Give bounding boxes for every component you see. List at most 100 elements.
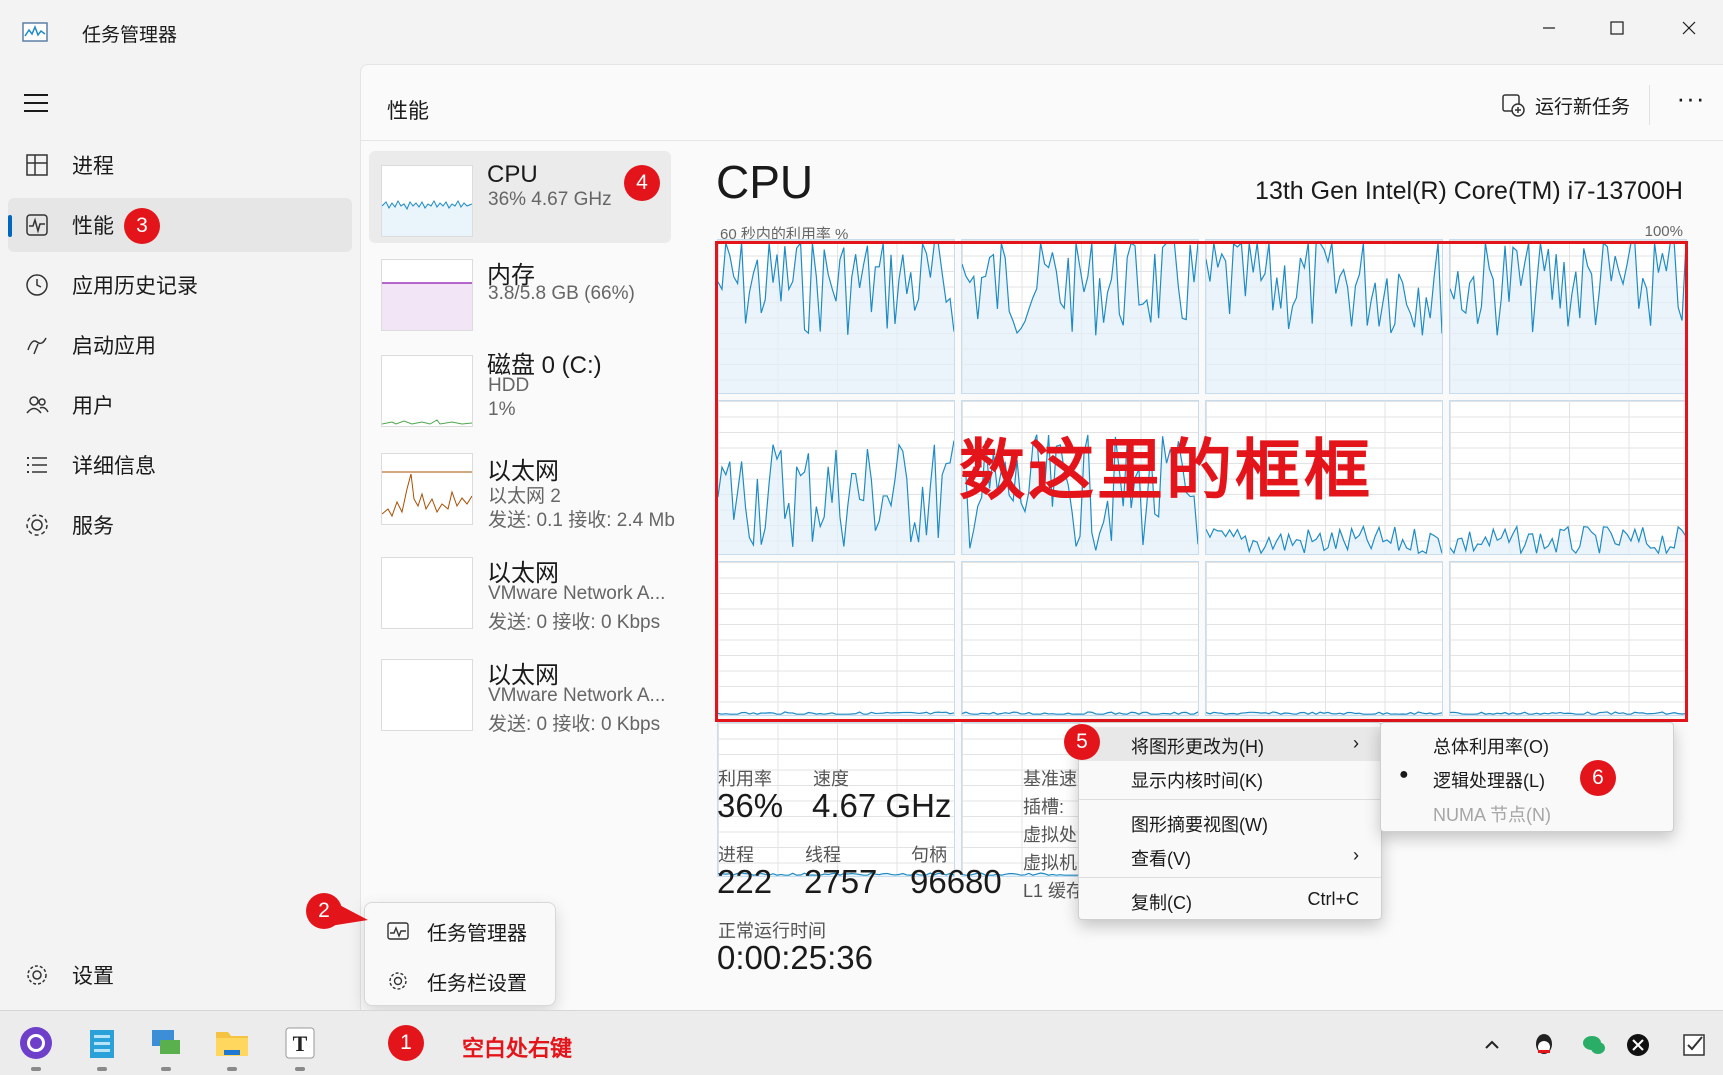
ethernet-thumbnail bbox=[381, 453, 473, 525]
main-panel: 性能 运行新任务 ··· CPU 36% 4.67 GHz 4 内存 3.8/5… bbox=[360, 64, 1723, 1010]
wechat-tray-icon[interactable] bbox=[1580, 1031, 1608, 1059]
sidebar-item-label: 启动应用 bbox=[72, 335, 156, 358]
taskbar: T 1 空白处右键 bbox=[0, 1010, 1723, 1075]
typora-app-icon[interactable]: T bbox=[282, 1026, 318, 1060]
sidebar-item-app-history[interactable]: 应用历史记录 bbox=[8, 258, 352, 312]
ethernet-thumbnail bbox=[381, 557, 473, 629]
menu-separator bbox=[1079, 799, 1381, 800]
annotation-badge: 5 bbox=[1064, 724, 1100, 760]
resource-item-memory[interactable]: 内存 3.8/5.8 GB (66%) bbox=[369, 245, 671, 337]
sidebar-item-label: 服务 bbox=[72, 515, 114, 538]
resource-detail: 3.8/5.8 GB (66%) bbox=[488, 283, 635, 304]
minimize-icon bbox=[1543, 27, 1555, 29]
run-task-label: 运行新任务 bbox=[1535, 96, 1631, 118]
sidebar-item-services[interactable]: 服务 bbox=[8, 498, 352, 552]
sidebar-item-label: 性能 bbox=[72, 215, 114, 238]
utilization-value: 36% bbox=[717, 787, 784, 824]
running-indicator bbox=[295, 1067, 305, 1071]
resource-detail: 发送: 0.1 接收: 2.4 Mb bbox=[488, 510, 675, 531]
task-manager-app-icon bbox=[22, 22, 48, 42]
close-button[interactable] bbox=[1660, 8, 1718, 48]
processes-icon bbox=[26, 154, 48, 176]
menu-item-view[interactable]: 查看(V) › bbox=[1079, 839, 1381, 873]
menu-item-graph-summary-view[interactable]: 图形摘要视图(W) bbox=[1079, 805, 1381, 839]
threads-value: 2757 bbox=[804, 863, 878, 900]
chevron-right-icon: › bbox=[1353, 733, 1359, 753]
disk-thumbnail bbox=[381, 355, 473, 427]
checkbox-tray-icon[interactable] bbox=[1680, 1031, 1708, 1059]
page-header: 性能 运行新任务 ··· bbox=[361, 65, 1723, 141]
run-new-task-button[interactable]: 运行新任务 bbox=[1501, 87, 1630, 123]
menu-item-numa-nodes: NUMA 节点(N) bbox=[1433, 805, 1551, 825]
hamburger-menu-icon[interactable] bbox=[24, 94, 48, 114]
resource-item-ethernet-3[interactable]: 以太网 VMware Network A... 发送: 0 接收: 0 Kbps bbox=[369, 645, 671, 745]
menu-item-copy[interactable]: 复制(C) Ctrl+C bbox=[1079, 883, 1381, 917]
menu-item-task-manager[interactable]: 任务管理器 bbox=[365, 911, 555, 951]
github-app-icon[interactable] bbox=[18, 1026, 54, 1060]
menu-item-logical-processors[interactable]: ● 逻辑处理器(L) bbox=[1381, 761, 1673, 795]
cpu-heading: CPU bbox=[716, 156, 814, 208]
sidebar-item-details[interactable]: 详细信息 bbox=[8, 438, 352, 492]
users-icon bbox=[26, 396, 49, 414]
running-indicator bbox=[97, 1067, 107, 1071]
graph-context-menu: 将图形更改为(H) › 显示内核时间(K) 图形摘要视图(W) 查看(V) › … bbox=[1078, 722, 1382, 920]
base-speed-label: 基准速 bbox=[1023, 769, 1077, 789]
sidebar-item-label: 进程 bbox=[72, 155, 114, 178]
sidebar-item-label: 应用历史记录 bbox=[72, 275, 198, 298]
performance-icon bbox=[26, 214, 48, 236]
sidebar-item-users[interactable]: 用户 bbox=[8, 378, 352, 432]
annotation-overlay-text: 数这里的框框 bbox=[959, 433, 1373, 507]
database-app-icon[interactable] bbox=[84, 1026, 120, 1060]
file-explorer-icon[interactable] bbox=[214, 1026, 250, 1060]
services-icon bbox=[26, 514, 48, 536]
sidebar-item-settings[interactable]: 设置 bbox=[8, 948, 352, 1002]
resource-detail: 1% bbox=[488, 399, 516, 420]
sidebar-item-processes[interactable]: 进程 bbox=[8, 138, 352, 192]
resource-item-disk[interactable]: 磁盘 0 (C:) HDD 1% bbox=[369, 335, 671, 435]
maximize-icon bbox=[1610, 21, 1624, 35]
annotation-badge: 6 bbox=[1580, 760, 1616, 796]
running-indicator bbox=[161, 1067, 171, 1071]
gear-icon bbox=[389, 972, 407, 990]
shortcut-label: Ctrl+C bbox=[1307, 889, 1359, 909]
network-app-icon[interactable] bbox=[148, 1026, 184, 1060]
taskbar-context-menu: 任务管理器 任务栏设置 bbox=[364, 902, 556, 1006]
active-indicator bbox=[8, 215, 12, 237]
minimize-button[interactable] bbox=[1520, 8, 1578, 48]
details-icon bbox=[27, 457, 47, 473]
resource-item-ethernet-1[interactable]: 以太网 以太网 2 发送: 0.1 接收: 2.4 Mb bbox=[369, 441, 675, 541]
startup-icon bbox=[27, 337, 47, 355]
more-options-button[interactable]: ··· bbox=[1671, 85, 1711, 121]
virtual-processors-label: 虚拟处 bbox=[1023, 825, 1077, 845]
menu-item-overall-utilization[interactable]: 总体利用率(O) bbox=[1381, 727, 1673, 761]
qq-tray-icon[interactable] bbox=[1530, 1031, 1558, 1059]
resource-detail: 以太网 2 bbox=[488, 486, 561, 507]
run-task-icon bbox=[1502, 94, 1525, 117]
sidebar-item-label: 用户 bbox=[72, 395, 114, 418]
uptime-value: 0:00:25:36 bbox=[717, 939, 873, 976]
menu-item-change-graph[interactable]: 将图形更改为(H) › bbox=[1079, 727, 1381, 761]
sidebar-item-label: 详细信息 bbox=[72, 455, 156, 478]
l1-cache-label: L1 缓存 bbox=[1023, 881, 1085, 901]
graph-axis-max: 100% bbox=[1644, 223, 1683, 240]
cpu-thumbnail bbox=[381, 165, 473, 237]
annotation-arrow-icon bbox=[330, 900, 368, 926]
processes-value: 222 bbox=[717, 863, 773, 900]
header-divider bbox=[1649, 85, 1650, 125]
maximize-button[interactable] bbox=[1588, 8, 1646, 48]
resource-item-ethernet-2[interactable]: 以太网 VMware Network A... 发送: 0 接收: 0 Kbps bbox=[369, 543, 671, 643]
sidebar: 进程 性能 3 应用历史记录 启动应用 用户 详细信息 服务 设置 bbox=[0, 64, 360, 1010]
chevron-up-icon[interactable] bbox=[1478, 1031, 1506, 1059]
close-icon bbox=[1682, 21, 1696, 35]
chevron-right-icon: › bbox=[1353, 845, 1359, 865]
sidebar-item-performance[interactable]: 性能 3 bbox=[8, 198, 352, 252]
menu-item-taskbar-settings[interactable]: 任务栏设置 bbox=[365, 961, 555, 1001]
resource-item-cpu[interactable]: CPU 36% 4.67 GHz 4 bbox=[369, 151, 671, 243]
x-circle-tray-icon[interactable] bbox=[1624, 1031, 1652, 1059]
sidebar-item-startup[interactable]: 启动应用 bbox=[8, 318, 352, 372]
history-icon bbox=[26, 274, 48, 296]
window-title: 任务管理器 bbox=[82, 25, 178, 46]
virtual-machine-label: 虚拟机 bbox=[1023, 853, 1077, 873]
menu-item-show-kernel-times[interactable]: 显示内核时间(K) bbox=[1079, 761, 1381, 795]
annotation-badge: 3 bbox=[124, 208, 160, 244]
